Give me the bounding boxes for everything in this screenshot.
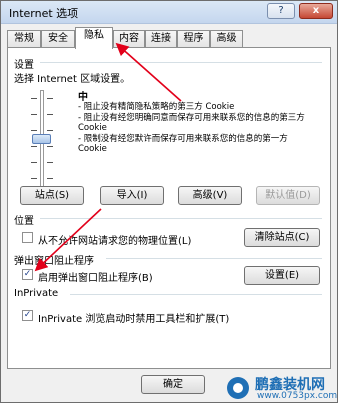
- close-button[interactable]: x: [299, 3, 333, 19]
- tab-content[interactable]: 内容: [113, 30, 145, 48]
- slider-tick: [47, 146, 53, 147]
- advanced-button[interactable]: 高级(V): [178, 186, 242, 205]
- inprivate-divider: [70, 294, 322, 295]
- slider-tick: [47, 178, 53, 179]
- help-button[interactable]: ?: [267, 3, 295, 19]
- watermark: 鹏鑫装机网 www.0753px.com: [223, 373, 338, 402]
- slider-tick: [47, 114, 53, 115]
- slider-tick: [31, 146, 37, 147]
- settings-divider: [40, 62, 322, 63]
- description-line: - 阻止没有经您明确同意而保存可用来联系您的信息的第三方 Cookie: [78, 112, 305, 134]
- tab-advanced[interactable]: 高级: [210, 30, 243, 48]
- internet-options-dialog: Internet 选项 ? x 常规 安全 隐私 内容 连接 程序 高级 设置 …: [0, 0, 338, 403]
- privacy-level-slider[interactable]: [31, 90, 53, 188]
- inprivate-checkbox-label[interactable]: InPrivate 浏览启动时禁用工具栏和扩展(T): [38, 310, 229, 325]
- tab-connections[interactable]: 连接: [145, 30, 177, 48]
- title-bar[interactable]: Internet 选项 ? x: [1, 1, 337, 24]
- slider-tick: [31, 130, 37, 131]
- inprivate-checkbox[interactable]: ✓: [22, 310, 33, 321]
- tab-programs[interactable]: 程序: [177, 30, 210, 48]
- location-divider: [40, 218, 322, 219]
- zone-prompt: 选择 Internet 区域设置。: [14, 74, 131, 85]
- sites-button[interactable]: 站点(S): [20, 186, 84, 205]
- slider-thumb[interactable]: [32, 134, 51, 144]
- popup-group-label: 弹出窗口阻止程序: [14, 256, 94, 267]
- popup-divider: [106, 258, 322, 259]
- default-button[interactable]: 默认值(D): [256, 186, 320, 205]
- clear-sites-button[interactable]: 清除站点(C): [244, 228, 320, 247]
- slider-tick: [31, 162, 37, 163]
- tab-privacy[interactable]: 隐私: [75, 27, 113, 49]
- location-checkbox[interactable]: [22, 232, 33, 243]
- slider-tick: [47, 162, 53, 163]
- watermark-logo-icon: [227, 377, 249, 399]
- ok-button[interactable]: 确定: [141, 375, 205, 394]
- location-checkbox-label[interactable]: 从不允许网站请求您的物理位置(L): [38, 232, 191, 247]
- slider-tick: [47, 98, 53, 99]
- popup-checkbox[interactable]: ✓: [22, 269, 33, 280]
- slider-tick: [31, 114, 37, 115]
- popup-checkbox-label[interactable]: 启用弹出窗口阻止程序(B): [38, 269, 153, 284]
- tab-general[interactable]: 常规: [7, 30, 41, 48]
- privacy-description: - 阻止没有精简隐私策略的第三方 Cookie - 阻止没有经您明确同意而保存可…: [78, 102, 316, 155]
- slider-tick: [47, 130, 53, 131]
- privacy-panel: 设置 选择 Internet 区域设置。 中 - 阻止没有精简隐私策略的第三方 …: [7, 47, 331, 369]
- inprivate-group-label: InPrivate: [14, 288, 59, 299]
- description-line: - 限制没有经您默许而保存可用来联系您的信息的第一方 Cookie: [78, 133, 288, 155]
- import-button[interactable]: 导入(I): [100, 186, 164, 205]
- tab-security[interactable]: 安全: [41, 30, 75, 48]
- slider-tick: [31, 178, 37, 179]
- window-title: Internet 选项: [9, 7, 79, 20]
- location-group-label: 位置: [14, 216, 34, 227]
- watermark-url: www.0753px.com: [257, 391, 338, 401]
- privacy-level-label: 中: [78, 92, 88, 103]
- description-line: - 阻止没有精简隐私策略的第三方 Cookie: [78, 102, 235, 112]
- settings-group-label: 设置: [14, 60, 34, 71]
- popup-settings-button[interactable]: 设置(E): [244, 266, 320, 285]
- slider-tick: [31, 98, 37, 99]
